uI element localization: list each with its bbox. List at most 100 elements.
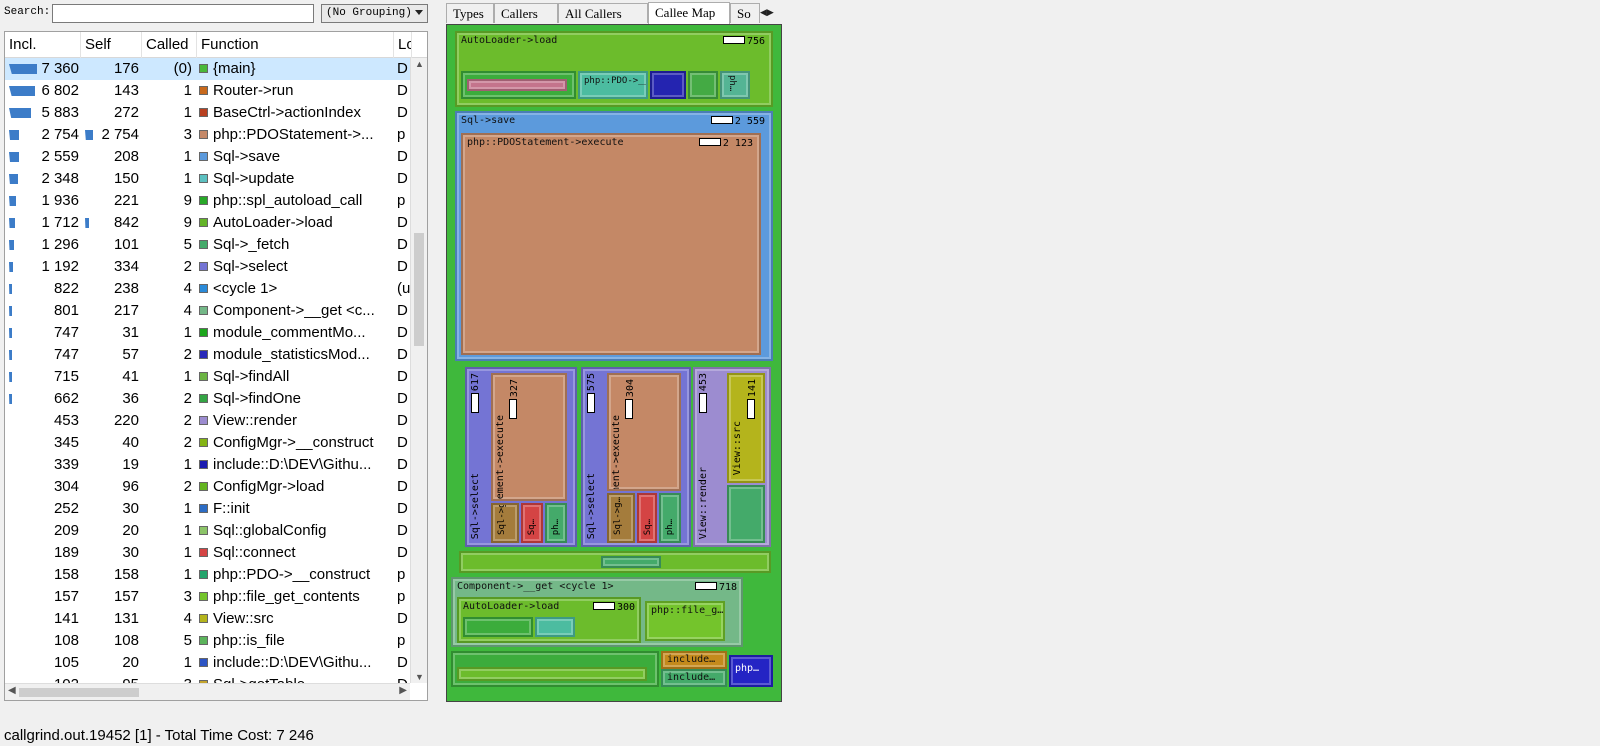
treemap-ph[interactable]: ph… [545, 503, 567, 543]
table-row[interactable]: 6 802 143 1 Router->run D [5, 80, 427, 102]
treemap-bottom-strip[interactable] [451, 651, 659, 687]
table-header: Incl. Self Called Function Lo [5, 32, 427, 58]
tab-types[interactable]: Types [446, 3, 494, 23]
table-row[interactable]: 252 30 1 F::init D [5, 498, 427, 520]
cell-called: 1 [183, 368, 192, 385]
column-header-called[interactable]: Called [142, 32, 197, 58]
cell-function: Router->run [199, 80, 391, 102]
column-header-function[interactable]: Function [197, 32, 394, 58]
tab-callee-map[interactable]: Callee Map [648, 2, 730, 24]
function-color-icon [199, 262, 208, 271]
table-row[interactable]: 2 754 2 754 3 php::PDOStatement->... p [5, 124, 427, 146]
table-row[interactable]: 822 238 4 <cycle 1> (u [5, 278, 427, 300]
vertical-scrollbar[interactable]: ▲ ▼ [410, 58, 427, 683]
treemap-label: View::render [698, 466, 709, 539]
function-name: {main} [213, 60, 256, 77]
scroll-up-icon[interactable]: ▲ [415, 59, 424, 69]
treemap-file-get-contents[interactable]: php::file_g… [645, 601, 725, 641]
treemap-view-src[interactable]: View::src 141 [727, 373, 765, 483]
horizontal-scrollbar[interactable]: ◀ ▶ [5, 683, 410, 700]
tab-scroll-right-icon[interactable]: ▶ [767, 7, 774, 17]
treemap-sql-g[interactable]: Sql->g… [491, 503, 519, 543]
cell-incl: 747 [53, 346, 79, 363]
table-row[interactable]: 662 36 2 Sql->findOne D [5, 388, 427, 410]
cell-self: 40 [122, 434, 139, 451]
function-name: php::is_file [213, 632, 285, 649]
treemap-pdostatement-execute[interactable]: php::PDOStatement->execute 2 123 [461, 133, 761, 355]
function-color-icon [199, 438, 208, 447]
treemap-sq[interactable]: Sq… [521, 503, 543, 543]
table-row[interactable]: 209 20 1 Sql::globalConfig D [5, 520, 427, 542]
search-input[interactable] [52, 4, 314, 23]
table-row[interactable]: 339 19 1 include::D:\DEV\Githu... D [5, 454, 427, 476]
tab-scroll-left-icon[interactable]: ◀ [760, 7, 767, 17]
table-row[interactable]: 453 220 2 View::render D [5, 410, 427, 432]
treemap-autoloader-load-2[interactable]: AutoLoader->load 300 [457, 597, 641, 643]
treemap-include-1[interactable]: include… [661, 651, 727, 669]
table-row[interactable]: 345 40 2 ConfigMgr->__construct D [5, 432, 427, 454]
treemap-include-2[interactable]: include… [661, 669, 727, 687]
column-header-self[interactable]: Self [81, 32, 142, 58]
treemap-component-get[interactable]: Component->__get <cycle 1> 718 AutoLoade… [451, 577, 743, 647]
scroll-right-icon[interactable]: ▶ [399, 685, 407, 696]
treemap-pdostatement-execute-1[interactable]: php::PDOStatement->execute 327 [491, 373, 567, 501]
table-row[interactable]: 801 217 4 Component->__get <c... D [5, 300, 427, 322]
treemap-ph-block[interactable]: ph… [720, 71, 750, 99]
table-row[interactable]: 7 360 176 (0) {main} D [5, 58, 427, 80]
hscrollbar-thumb[interactable] [19, 688, 139, 697]
tab-callers[interactable]: Callers [494, 3, 558, 23]
table-row[interactable]: 5 883 272 1 BaseCtrl->actionIndex D [5, 102, 427, 124]
treemap-sql-g[interactable]: Sql->g… [607, 493, 635, 543]
table-row[interactable]: 2 348 150 1 Sql->update D [5, 168, 427, 190]
treemap-pdo-construct[interactable]: php::PDO->__cons… [578, 71, 648, 99]
treemap-ph[interactable]: ph… [659, 493, 681, 543]
table-row[interactable]: 747 31 1 module_commentMo... D [5, 322, 427, 344]
treemap-sql-select-1[interactable]: Sql->select 617 php::PDOStatement->execu… [465, 367, 577, 547]
treemap-leaf[interactable] [688, 71, 718, 99]
column-header-location[interactable]: Lo [394, 32, 412, 58]
treemap-sql-select-2[interactable]: Sql->select 575 php::PDOStatement->execu… [581, 367, 691, 547]
callee-treemap[interactable]: AutoLoader->load 756 php::PDO->__cons… p… [446, 24, 782, 702]
treemap-autoloader-load[interactable]: AutoLoader->load 756 php::PDO->__cons… p… [455, 31, 773, 107]
table-row[interactable]: 2 559 208 1 Sql->save D [5, 146, 427, 168]
table-row[interactable]: 1 296 101 5 Sql->_fetch D [5, 234, 427, 256]
table-row[interactable]: 189 30 1 Sql::connect D [5, 542, 427, 564]
tab-scroll-arrows[interactable]: ◀▶ [760, 4, 780, 20]
table-row[interactable]: 157 157 3 php::file_get_contents p [5, 586, 427, 608]
treemap-pdostatement-execute-2[interactable]: php::PDOStatement->execute 304 [607, 373, 681, 491]
function-color-icon [199, 394, 208, 403]
treemap-leaf [601, 556, 661, 568]
scrollbar-thumb[interactable] [414, 233, 424, 346]
table-row[interactable]: 304 96 2 ConfigMgr->load D [5, 476, 427, 498]
table-row[interactable]: 747 57 2 module_statisticsMod... D [5, 344, 427, 366]
table-row[interactable]: 141 131 4 View::src D [5, 608, 427, 630]
treemap-sq[interactable]: Sq… [637, 493, 657, 543]
treemap-php-block[interactable]: php… [729, 655, 773, 687]
tab-all-callers[interactable]: All Callers [558, 3, 648, 23]
scroll-left-icon[interactable]: ◀ [8, 685, 16, 696]
tab-source[interactable]: So [730, 3, 760, 23]
column-header-incl[interactable]: Incl. [5, 32, 81, 58]
function-name: Sql->update [213, 170, 295, 187]
table-row[interactable]: 108 108 5 php::is_file p [5, 630, 427, 652]
treemap-cost: 2 123 [698, 138, 753, 149]
table-row[interactable]: 158 158 1 php::PDO->__construct p [5, 564, 427, 586]
treemap-include-block[interactable] [650, 71, 686, 99]
scroll-down-icon[interactable]: ▼ [415, 672, 424, 682]
treemap-sql-save[interactable]: Sql->save 2 559 php::PDOStatement->execu… [455, 111, 773, 361]
table-row[interactable]: 715 41 1 Sql->findAll D [5, 366, 427, 388]
grouping-dropdown[interactable]: (No Grouping) [321, 4, 428, 23]
treemap-label: php… [735, 663, 760, 674]
cell-function: View::src [199, 608, 391, 630]
treemap-view-render[interactable]: View::render 453 View::src 141 [693, 367, 771, 547]
cell-self: 30 [122, 500, 139, 517]
treemap-autoloader-child[interactable] [461, 71, 576, 99]
table-row[interactable]: 1 936 221 9 php::spl_autoload_call p [5, 190, 427, 212]
table-row[interactable]: 1 192 334 2 Sql->select D [5, 256, 427, 278]
cell-incl: 105 [53, 654, 79, 671]
function-color-icon [199, 570, 208, 579]
table-row[interactable]: 1 712 842 9 AutoLoader->load D [5, 212, 427, 234]
table-row[interactable]: 105 20 1 include::D:\DEV\Githu... D [5, 652, 427, 674]
treemap-leaf[interactable] [727, 485, 765, 543]
treemap-strip[interactable] [459, 551, 771, 573]
